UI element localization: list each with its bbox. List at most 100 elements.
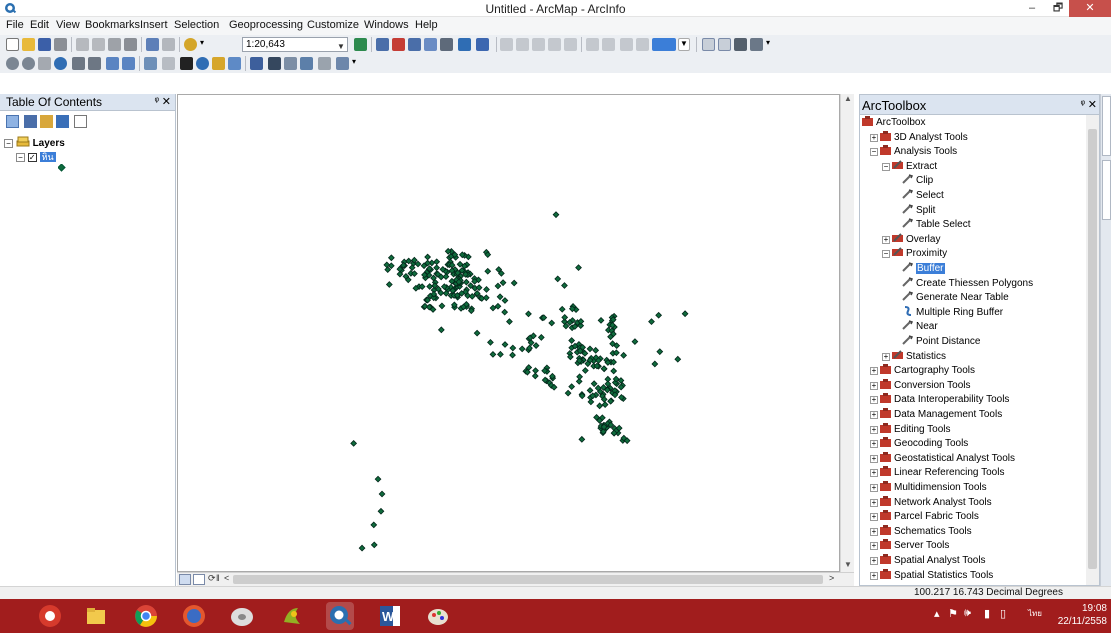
expand-icon[interactable]: +: [870, 469, 878, 478]
toolbox-item-network-analyst-tools[interactable]: + Network Analyst Tools: [870, 495, 992, 510]
map-point-feature[interactable]: [681, 310, 689, 318]
close-icon[interactable]: ✕: [1088, 98, 1097, 111]
toolbox-item-split[interactable]: Split: [902, 203, 935, 218]
expand-icon[interactable]: +: [870, 425, 878, 434]
menu-bookmarks[interactable]: Bookmarks: [85, 19, 140, 31]
toolbox-item-linear-referencing-tools[interactable]: + Linear Referencing Tools: [870, 466, 1004, 480]
expand-icon[interactable]: +: [870, 381, 878, 390]
list-by-source-icon[interactable]: [24, 115, 37, 128]
toolbox-item-spatial-statistics-tools[interactable]: + Spatial Statistics Tools: [870, 568, 993, 583]
toolbox-item-select[interactable]: Select: [902, 189, 944, 203]
layer-dropdown-icon[interactable]: [652, 38, 676, 51]
map-point-feature[interactable]: [387, 254, 395, 262]
search-window-icon[interactable]: [424, 38, 437, 51]
expand-icon[interactable]: +: [870, 513, 878, 522]
map-point-feature[interactable]: [482, 294, 490, 302]
menu-windows[interactable]: Windows: [364, 19, 409, 31]
collapse-icon[interactable]: −: [4, 138, 13, 148]
options-icon[interactable]: [74, 115, 87, 128]
toolbox-item-data-interoperability-tools[interactable]: + Data Interoperability Tools: [870, 393, 1009, 407]
time-slider-icon[interactable]: [318, 57, 331, 70]
catalog-icon[interactable]: [408, 38, 421, 51]
map-point-feature[interactable]: [387, 262, 395, 270]
map-point-feature[interactable]: [424, 253, 432, 261]
identify-icon[interactable]: [196, 57, 209, 70]
expand-icon[interactable]: +: [870, 571, 878, 580]
toolbox-item-schematics-tools[interactable]: + Schematics Tools: [870, 524, 972, 539]
layout-tool-4-icon[interactable]: [750, 38, 763, 51]
measure-icon[interactable]: [250, 57, 263, 70]
hyperlink-icon[interactable]: [212, 57, 225, 70]
toolbox-item-data-management-tools[interactable]: + Data Management Tools: [870, 408, 1002, 422]
expand-icon[interactable]: +: [882, 235, 890, 244]
map-point-feature[interactable]: [489, 350, 497, 358]
map-point-feature[interactable]: [651, 360, 659, 368]
find-binoculars-icon[interactable]: [268, 57, 281, 70]
collapse-icon[interactable]: −: [882, 250, 890, 259]
toolbox-item-conversion-tools[interactable]: + Conversion Tools: [870, 378, 971, 393]
show-hidden-icons-icon[interactable]: ▴: [934, 607, 940, 620]
toolbox-item-near[interactable]: Near: [902, 320, 938, 334]
collapse-icon[interactable]: −: [882, 162, 890, 171]
expand-icon[interactable]: +: [870, 527, 878, 536]
map-point-feature[interactable]: [487, 339, 494, 346]
toolbox-item-arctoolbox[interactable]: ArcToolbox: [862, 116, 925, 130]
language-indicator[interactable]: ไทย: [1028, 607, 1042, 620]
toolbox-item-clip[interactable]: Clip: [902, 174, 933, 188]
print-icon[interactable]: [54, 38, 67, 51]
python-window-icon[interactable]: [440, 38, 453, 51]
map-point-feature[interactable]: [370, 521, 378, 529]
map-scale-input[interactable]: 1:20,643 ▼: [242, 37, 348, 52]
toolbox-item-overlay[interactable]: + Overlay: [882, 233, 940, 247]
expand-icon[interactable]: +: [870, 367, 878, 376]
map-point-feature[interactable]: [377, 507, 385, 515]
file-explorer-icon[interactable]: [82, 602, 110, 630]
open-folder-icon[interactable]: [22, 38, 35, 51]
map-point-feature[interactable]: [558, 305, 566, 313]
expand-icon[interactable]: +: [870, 440, 878, 449]
map-point-feature[interactable]: [374, 475, 382, 483]
map-point-feature[interactable]: [590, 380, 598, 388]
full-extent-globe-icon[interactable]: [54, 57, 67, 70]
volume-icon[interactable]: 🕪: [964, 607, 971, 620]
map-point-feature[interactable]: [648, 318, 655, 325]
toolbox-item-editing-tools[interactable]: + Editing Tools: [870, 422, 951, 437]
redo-icon[interactable]: [162, 38, 175, 51]
maximize-button[interactable]: 🗗: [1045, 0, 1071, 17]
table-of-contents-icon[interactable]: [376, 38, 389, 51]
toolbox-item-multidimension-tools[interactable]: + Multidimension Tools: [870, 481, 987, 495]
scroll-up-icon[interactable]: ▲: [841, 94, 855, 103]
close-button[interactable]: ✕: [1069, 0, 1111, 17]
map-point-feature[interactable]: [631, 338, 639, 345]
zoom-in-icon[interactable]: [6, 57, 19, 70]
expand-icon[interactable]: +: [870, 542, 878, 551]
map-point-feature[interactable]: [433, 264, 441, 272]
menu-customize[interactable]: Customize: [307, 19, 359, 31]
map-point-feature[interactable]: [473, 329, 481, 337]
map-point-feature[interactable]: [568, 337, 576, 344]
map-point-feature[interactable]: [497, 350, 504, 358]
map-point-feature[interactable]: [561, 314, 569, 321]
data-view-icon[interactable]: [179, 574, 191, 585]
menu-edit[interactable]: Edit: [30, 19, 49, 31]
map-point-feature[interactable]: [358, 544, 366, 552]
toolbar-overflow-icon[interactable]: ▾: [352, 57, 358, 70]
map-point-feature[interactable]: [548, 319, 556, 327]
expand-icon[interactable]: +: [870, 411, 878, 419]
toolbox-item-geocoding-tools[interactable]: + Geocoding Tools: [870, 437, 968, 451]
toolbox-item-parcel-fabric-tools[interactable]: + Parcel Fabric Tools: [870, 510, 979, 524]
zoom-out-icon[interactable]: [22, 57, 35, 70]
map-point-feature[interactable]: [378, 490, 386, 498]
map-point-feature[interactable]: [496, 293, 504, 301]
map-point-feature[interactable]: [552, 211, 560, 219]
new-document-icon[interactable]: [6, 38, 19, 51]
html-popup-icon[interactable]: [228, 57, 241, 70]
map-point-feature[interactable]: [532, 342, 540, 349]
close-icon[interactable]: ✕: [162, 95, 171, 108]
pan-hand-icon[interactable]: [38, 57, 51, 70]
map-point-feature[interactable]: [600, 365, 608, 373]
map-point-feature[interactable]: [587, 398, 595, 406]
select-features-icon[interactable]: [144, 57, 157, 70]
expand-icon[interactable]: +: [870, 498, 878, 507]
layers-node[interactable]: − Layers: [4, 136, 65, 149]
